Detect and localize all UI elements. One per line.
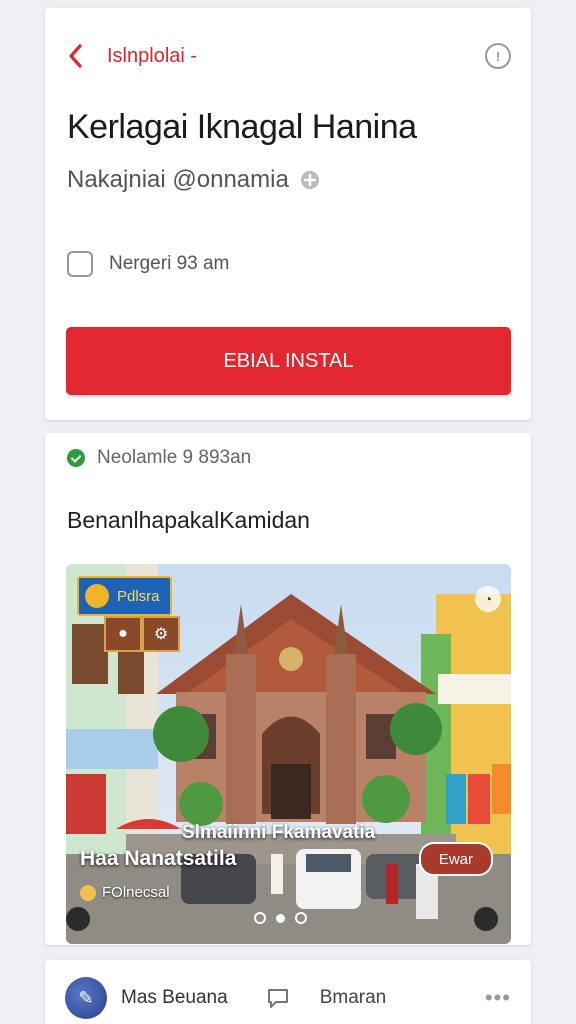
info-icon[interactable]: ! xyxy=(485,43,511,69)
carousel-dot[interactable] xyxy=(295,912,307,924)
check-circle-icon xyxy=(67,449,85,467)
feed-card: Neolamle 9 893an BenanlhapakalKamidan Pd… xyxy=(45,433,531,945)
subtitle-row: Nakajniai @onnamia xyxy=(67,166,321,194)
overlay-icon-group: ● ⚙ xyxy=(104,616,180,652)
location-label: FOlnecsal xyxy=(102,884,170,901)
share-icon[interactable]: ◔ xyxy=(475,586,501,612)
author-name[interactable]: Mas Beuana xyxy=(121,987,228,1009)
more-icon[interactable]: ••• xyxy=(485,985,511,1011)
checkbox-label: Nergeri 93 am xyxy=(109,253,230,274)
back-arrow-icon[interactable] xyxy=(65,42,85,70)
install-button[interactable]: EBIAL INSTAL xyxy=(66,327,511,395)
checkbox-row: Nergeri 93 am xyxy=(67,251,229,277)
photo-caption-line2: Haa Nanatsatila xyxy=(80,847,237,870)
verified-icon xyxy=(300,171,319,189)
emblem-icon[interactable]: ● xyxy=(104,616,142,652)
comment-label[interactable]: Bmaran xyxy=(320,987,387,1009)
photo-caption-line1: Slmaiinni Fkamavatia xyxy=(182,822,376,843)
author-handle: Nakajniai @onnamia xyxy=(67,166,289,193)
feed-photo[interactable]: Pdlsra ● ⚙ ◔ Slmaiinni Fkamavatia Haa Na… xyxy=(66,564,511,944)
carousel-dot-active[interactable] xyxy=(276,913,285,923)
comment-icon[interactable] xyxy=(266,987,290,1009)
status-row: Neolamle 9 893an xyxy=(67,447,251,469)
tool-icon[interactable]: ⚙ xyxy=(142,616,180,652)
carousel-dots xyxy=(254,912,307,924)
page-title: Kerlagai Iknagal Hanina xyxy=(67,108,417,146)
section-title: BenanlhapakalKamidan xyxy=(67,507,310,533)
top-bar: Islnplolai - ! xyxy=(65,36,511,76)
location-pin-icon xyxy=(80,884,96,901)
gear-icon xyxy=(85,584,109,608)
photo-location: FOlnecsal xyxy=(80,884,170,901)
photo-action-chip[interactable]: Ewar xyxy=(418,842,493,876)
category-badge[interactable]: Pdlsra xyxy=(77,576,172,616)
status-text: Neolamle 9 893an xyxy=(97,447,252,468)
header-title: Islnplolai - xyxy=(107,44,198,67)
post-header-card: Islnplolai - ! Kerlagai Iknagal Hanina N… xyxy=(45,8,531,420)
category-badge-label: Pdlsra xyxy=(117,587,160,605)
post-footer: ✎ Mas Beuana Bmaran ••• xyxy=(65,976,511,1020)
avatar[interactable]: ✎ xyxy=(65,977,107,1019)
carousel-dot[interactable] xyxy=(254,912,266,924)
post-footer-card: ✎ Mas Beuana Bmaran ••• xyxy=(45,960,531,1024)
option-checkbox[interactable] xyxy=(67,251,93,277)
